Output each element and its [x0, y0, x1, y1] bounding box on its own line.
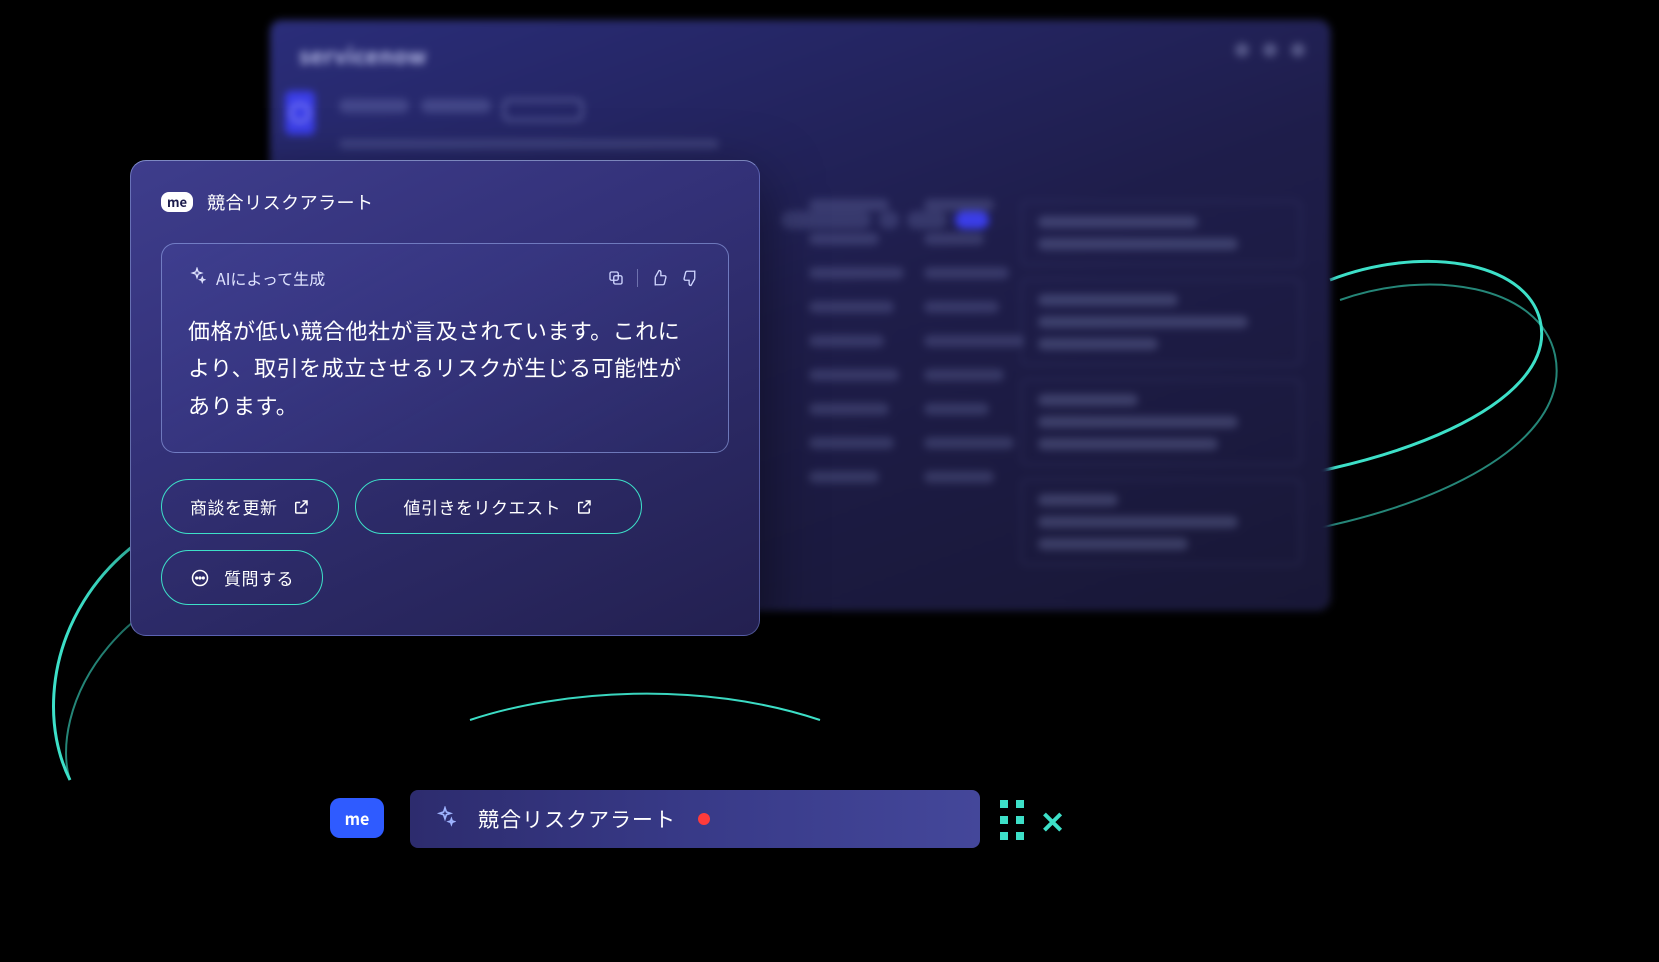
ask-question-label: 質問する	[224, 565, 294, 590]
notification-bar[interactable]: 競合リスクアラート	[410, 790, 980, 848]
card-title: 競合リスクアラート	[207, 189, 374, 215]
alert-card: me 競合リスクアラート AIによって生成	[130, 160, 760, 636]
bg-tabs	[339, 99, 1301, 121]
me-badge-blue-text: me	[345, 806, 370, 830]
chat-icon	[190, 568, 210, 588]
window-controls	[1235, 43, 1305, 57]
left-rail-icon	[285, 91, 315, 135]
me-badge-icon: me	[161, 192, 193, 212]
red-indicator-dot	[698, 813, 710, 825]
update-opportunity-label: 商談を更新	[190, 494, 278, 519]
ai-generated-box: AIによって生成	[161, 243, 729, 453]
ai-body-text: 価格が低い競合他社が言及されています。これにより、取引を成立させるリスクが生じる…	[188, 312, 702, 424]
external-link-icon	[292, 498, 310, 516]
copy-icon[interactable]	[605, 267, 627, 289]
me-badge-blue[interactable]: me	[330, 798, 384, 838]
decorative-dots	[1000, 800, 1024, 840]
request-discount-label: 値引きをリクエスト	[404, 494, 562, 519]
sparkle-icon	[188, 266, 206, 290]
ask-question-button[interactable]: 質問する	[161, 550, 323, 605]
thumbs-up-icon[interactable]	[648, 267, 670, 289]
notification-title: 競合リスクアラート	[478, 804, 676, 834]
card-actions: 商談を更新 値引きをリクエスト 質問する	[161, 479, 729, 605]
ai-generated-label: AIによって生成	[216, 266, 325, 290]
brand-logo: servicenow	[299, 39, 1301, 71]
decorative-x-icon: ✕	[1040, 798, 1061, 842]
request-discount-button[interactable]: 値引きをリクエスト	[355, 479, 643, 534]
thumbs-down-icon[interactable]	[680, 267, 702, 289]
bg-subtitle	[339, 139, 719, 149]
external-link-icon	[575, 498, 593, 516]
bg-side-panels	[1021, 201, 1301, 565]
card-header: me 競合リスクアラート	[161, 189, 729, 215]
update-opportunity-button[interactable]: 商談を更新	[161, 479, 339, 534]
sparkle-icon	[434, 806, 456, 833]
divider	[637, 269, 638, 287]
bg-toolbar	[781, 211, 989, 229]
